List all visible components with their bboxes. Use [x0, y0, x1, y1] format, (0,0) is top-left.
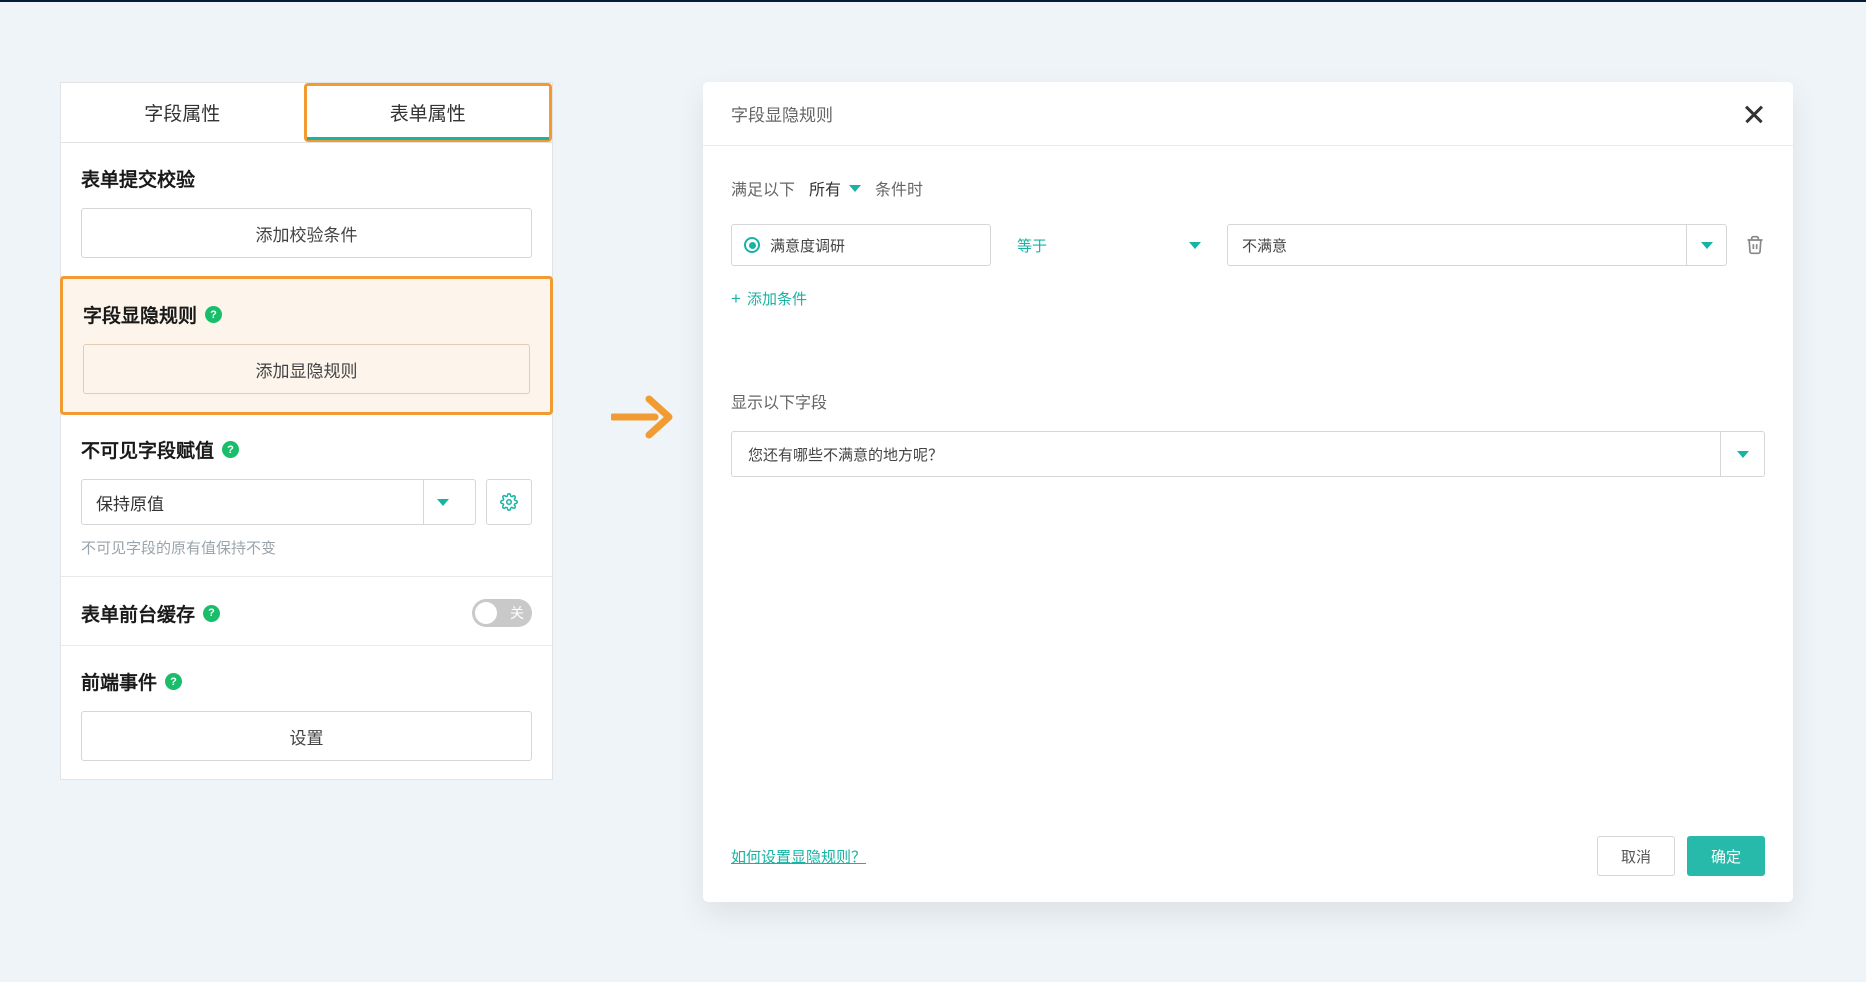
chevron-down-icon — [1720, 432, 1764, 476]
settings-button[interactable] — [486, 479, 532, 525]
cancel-button[interactable]: 取消 — [1597, 836, 1675, 876]
hidden-assign-select[interactable]: 保持原值 — [81, 479, 476, 525]
show-field-value: 您还有哪些不满意的地方呢？ — [748, 444, 943, 465]
toggle-knob — [475, 602, 497, 624]
show-fields-select[interactable]: 您还有哪些不满意的地方呢？ — [731, 431, 1765, 477]
section-visibility-rule: 字段显隐规则 ? 添加显隐规则 — [60, 276, 553, 415]
add-condition-button[interactable]: + 添加条件 — [731, 288, 1765, 309]
select-value: 保持原值 — [96, 490, 164, 515]
scope-value: 所有 — [809, 176, 841, 200]
cond-prefix: 满足以下 — [731, 176, 795, 200]
help-icon[interactable]: ? — [203, 605, 220, 622]
title-text: 前端事件 — [81, 668, 157, 695]
cond-suffix: 条件时 — [875, 176, 923, 200]
chevron-down-icon — [849, 185, 861, 192]
tab-field-props[interactable]: 字段属性 — [61, 83, 304, 142]
plus-icon: + — [731, 290, 741, 307]
chevron-down-icon — [423, 480, 461, 524]
help-link[interactable]: 如何设置显隐规则？ — [731, 846, 866, 867]
section-submit-check: 表单提交校验 添加校验条件 — [61, 143, 552, 277]
title-text: 不可见字段赋值 — [81, 436, 214, 463]
hidden-assign-hint: 不可见字段的原有值保持不变 — [81, 537, 532, 558]
section-title-hidden-assign: 不可见字段赋值 ? — [81, 436, 532, 463]
section-title-visibility-rule: 字段显隐规则 ? — [83, 301, 530, 328]
tab-form-props[interactable]: 表单属性 — [304, 83, 553, 142]
modal-body: 满足以下 所有 条件时 满意度调研 等于 不满意 — [703, 146, 1793, 836]
value-text: 不满意 — [1242, 235, 1287, 256]
section-frontend-event: 前端事件 ? 设置 — [61, 646, 552, 779]
help-icon[interactable]: ? — [165, 673, 182, 690]
radio-icon — [744, 237, 760, 253]
condition-operator-select[interactable]: 等于 — [1009, 235, 1209, 256]
add-visibility-rule-button[interactable]: 添加显隐规则 — [83, 344, 530, 394]
field-name: 满意度调研 — [770, 235, 845, 256]
gear-icon — [500, 493, 518, 511]
condition-sentence: 满足以下 所有 条件时 — [731, 176, 1765, 200]
toggle-label: 关 — [510, 603, 524, 623]
operator-value: 等于 — [1017, 235, 1047, 256]
section-title-cache: 表单前台缓存 ? — [81, 600, 220, 627]
modal-footer: 如何设置显隐规则？ 取消 确定 — [703, 836, 1793, 902]
confirm-button[interactable]: 确定 — [1687, 836, 1765, 876]
add-check-condition-button[interactable]: 添加校验条件 — [81, 208, 532, 258]
condition-row: 满意度调研 等于 不满意 — [731, 224, 1765, 266]
section-cache: 表单前台缓存 ? 关 — [61, 577, 552, 646]
modal-title: 字段显隐规则 — [731, 101, 833, 126]
frontend-event-settings-button[interactable]: 设置 — [81, 711, 532, 761]
section-title-frontend-event: 前端事件 ? — [81, 668, 532, 695]
close-icon[interactable] — [1743, 103, 1765, 125]
section-title-submit-check: 表单提交校验 — [81, 165, 532, 192]
chevron-down-icon — [1189, 242, 1201, 249]
section-hidden-assign: 不可见字段赋值 ? 保持原值 不可见字段的原有值保持不变 — [61, 414, 552, 577]
title-text: 表单前台缓存 — [81, 600, 195, 627]
modal-header: 字段显隐规则 — [703, 82, 1793, 146]
title-text: 字段显隐规则 — [83, 301, 197, 328]
condition-value-select[interactable]: 不满意 — [1227, 224, 1727, 266]
condition-field-select[interactable]: 满意度调研 — [731, 224, 991, 266]
help-icon[interactable]: ? — [222, 441, 239, 458]
form-props-panel: 字段属性 表单属性 表单提交校验 添加校验条件 字段显隐规则 ? 添加显隐规则 … — [60, 82, 553, 780]
chevron-down-icon — [1686, 225, 1726, 265]
tabs: 字段属性 表单属性 — [61, 83, 552, 143]
condition-scope-select[interactable]: 所有 — [809, 176, 861, 200]
visibility-rule-modal: 字段显隐规则 满足以下 所有 条件时 满意度调研 等于 — [703, 82, 1793, 902]
delete-icon[interactable] — [1745, 235, 1765, 255]
cache-toggle[interactable]: 关 — [472, 599, 532, 627]
add-condition-label: 添加条件 — [747, 288, 807, 309]
help-icon[interactable]: ? — [205, 306, 222, 323]
arrow-icon — [593, 392, 693, 442]
show-fields-label: 显示以下字段 — [731, 389, 1765, 413]
